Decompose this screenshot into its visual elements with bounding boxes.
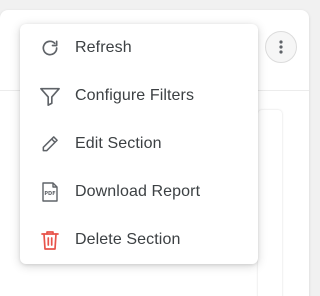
menu-item-label: Refresh [75, 39, 132, 56]
menu-item-refresh[interactable]: Refresh [20, 24, 258, 72]
svg-text:PDF: PDF [44, 191, 55, 197]
section-options-menu: Refresh Configure Filters Edit Section P… [20, 24, 258, 264]
menu-item-label: Download Report [75, 183, 201, 200]
menu-item-configure-filters[interactable]: Configure Filters [20, 72, 258, 120]
trash-icon [39, 229, 61, 251]
pencil-icon [39, 133, 61, 155]
menu-item-label: Configure Filters [75, 87, 195, 104]
menu-item-delete-section[interactable]: Delete Section [20, 216, 258, 264]
kebab-icon [279, 40, 283, 54]
filter-icon [39, 85, 61, 107]
more-options-button[interactable] [265, 31, 297, 63]
pdf-file-icon: PDF [39, 181, 61, 203]
refresh-icon [39, 37, 61, 59]
dashboard-background: Refresh Configure Filters Edit Section P… [0, 0, 319, 296]
inner-panel [258, 110, 282, 296]
menu-item-download-report[interactable]: PDF Download Report [20, 168, 258, 216]
menu-item-edit-section[interactable]: Edit Section [20, 120, 258, 168]
menu-item-label: Edit Section [75, 135, 162, 152]
menu-item-label: Delete Section [75, 231, 181, 248]
